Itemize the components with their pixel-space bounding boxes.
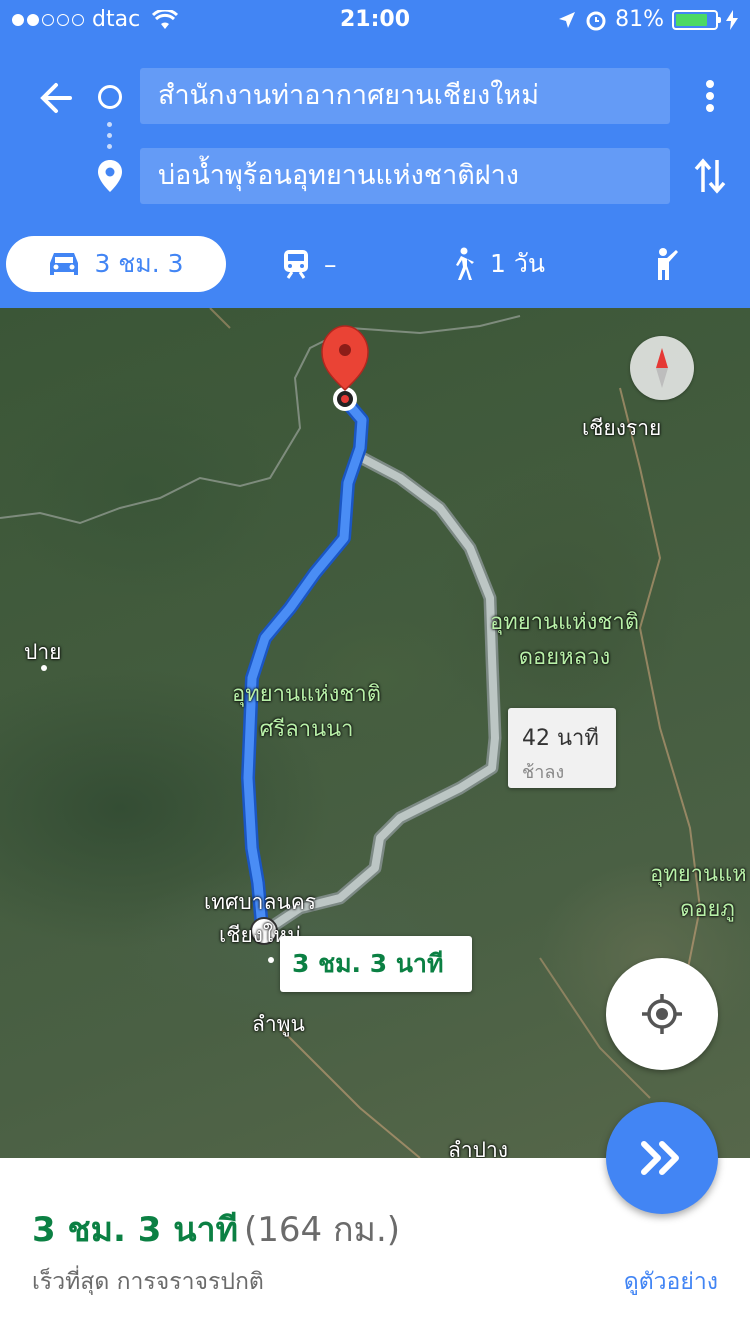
battery-icon (672, 9, 721, 30)
compass-icon[interactable] (630, 336, 694, 400)
route-duration: 3 ชม. 3 นาที (32, 1210, 238, 1250)
tab-transit-label: – (324, 249, 337, 279)
destination-pin-icon (98, 160, 122, 192)
tab-drive[interactable]: 3 ชม. 3 (6, 236, 226, 292)
route-connector-dots (107, 122, 113, 155)
map-label-lamphun: ลำพูน (252, 1012, 305, 1036)
double-chevron-right-icon (641, 1141, 679, 1175)
more-options-icon[interactable] (698, 76, 722, 116)
swap-locations-icon[interactable] (694, 156, 726, 196)
origin-circle-icon (98, 85, 122, 109)
main-route-callout[interactable]: 3 ชม. 3 นาที (280, 936, 472, 992)
travel-mode-tabs: 3 ชม. 3 – 1 วัน (0, 236, 750, 292)
map-label-doi-phu: อุทยานแห ดอยภู (650, 862, 747, 922)
tab-drive-label: 3 ชม. 3 (94, 249, 184, 278)
crosshair-icon (642, 994, 682, 1034)
back-arrow-icon[interactable] (36, 78, 76, 118)
alt-route-time: 42 นาที (522, 726, 599, 751)
map-label-lampang: ลำปาง (448, 1138, 509, 1158)
city-dot (268, 957, 274, 963)
alarm-icon (586, 11, 606, 30)
destination-marker-icon (321, 325, 369, 411)
alt-route-callout[interactable]: 42 นาที ช้าลง (508, 708, 616, 788)
tab-walk[interactable]: 1 วัน (450, 236, 545, 292)
map-label-doi-luang: อุทยานแห่งชาติ ดอยหลวง (490, 610, 639, 670)
tab-walk-label: 1 วัน (490, 249, 545, 278)
map-view[interactable]: เชียงราย ปาย อุทยานแห่งชาติ ดอยหลวง อุทยา… (0, 308, 750, 1158)
directions-header: dtac 21:00 81% สำนักงานท่าอากาศยานเชียงใ… (0, 0, 750, 308)
tab-transit[interactable]: – (282, 236, 337, 292)
origin-field[interactable]: สำนักงานท่าอากาศยานเชียงใหม่ (140, 68, 670, 124)
city-dot (41, 665, 47, 671)
train-icon (284, 250, 308, 279)
route-distance: (164 กม.) (243, 1210, 401, 1250)
car-icon (50, 253, 79, 275)
preview-link[interactable]: ดูตัวอย่าง (624, 1264, 718, 1300)
route-description: เร็วที่สุด การจราจรปกติ (32, 1269, 264, 1295)
map-label-chiang-rai: เชียงราย (582, 416, 662, 440)
charging-icon (726, 9, 738, 30)
my-location-button[interactable] (606, 958, 718, 1070)
battery-percent: 81% (615, 7, 664, 32)
walking-icon (456, 247, 474, 280)
route-summary: 3 ชม. 3 นาที (164 กม.) (32, 1202, 400, 1256)
map-label-sri-lanna: อุทยานแห่งชาติ ศรีลานนา (232, 682, 381, 742)
location-arrow-icon (559, 11, 576, 28)
status-bar: dtac 21:00 81% (0, 0, 750, 40)
alt-route-note: ช้าลง (522, 762, 565, 783)
tab-ride[interactable] (650, 236, 694, 292)
start-navigation-button[interactable] (606, 1102, 718, 1214)
hail-ride-icon (658, 248, 678, 280)
destination-field[interactable]: บ่อน้ำพุร้อนอุทยานแห่งชาติฝาง (140, 148, 670, 204)
